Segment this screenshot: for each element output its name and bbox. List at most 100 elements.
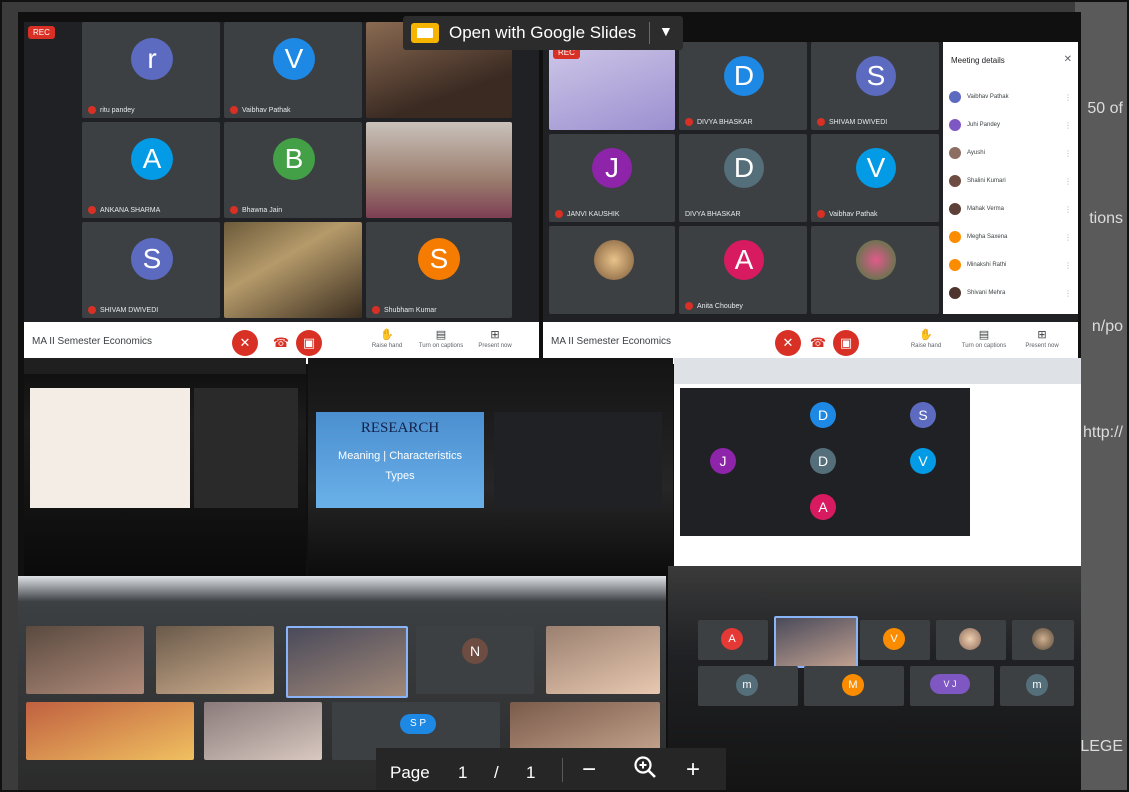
mic-off-button[interactable]: ✕ — [232, 330, 258, 356]
current-page[interactable]: 1 — [458, 763, 467, 783]
participant-tile: m — [698, 666, 798, 706]
raise-hand-button[interactable]: ✋ Raise hand — [903, 328, 949, 349]
raise-hand-button[interactable]: ✋ Raise hand — [364, 328, 410, 349]
slide-subtitle: Meaning | Characteristics — [338, 450, 462, 462]
meeting-details-panel: Meeting details ✕ Vaibhav Pathak ⋮ Juhi P… — [943, 42, 1078, 314]
participant-tile: D DIVYA BHASKAR — [679, 134, 807, 222]
participant-row: Megha Saxena ⋮ — [949, 228, 1072, 248]
more-icon: ⋮ — [1064, 121, 1072, 130]
page-toolbar: Page 1 / 1 − + — [376, 748, 726, 792]
participant-tile: V Vaibhav Pathak — [811, 134, 939, 222]
participant-avatar: A — [810, 494, 836, 520]
participant-name: JANVI KAUSHIK — [567, 210, 620, 218]
divider — [562, 758, 563, 782]
laptop-photo-2: RESEARCH Meaning | Characteristics Types — [308, 358, 673, 576]
mic-off-icon — [817, 210, 825, 218]
collage-preview-image: REC r ritu pandey V Vaibhav Pathak A ANK… — [18, 12, 1081, 790]
camera-off-button[interactable]: ▣ — [296, 330, 322, 356]
participant-video — [774, 616, 858, 668]
add-icon[interactable]: + — [686, 756, 700, 784]
participant-avatar: V — [910, 448, 936, 474]
participant-video — [156, 626, 274, 694]
participant-name: SHIVAM DWIVEDI — [100, 306, 159, 314]
end-call-icon[interactable]: ☎ — [268, 330, 294, 356]
mic-off-icon — [230, 206, 238, 214]
participant-avatar: A — [724, 240, 764, 280]
participant-tile — [549, 226, 675, 314]
participant-avatar: B — [273, 138, 315, 180]
participant-avatar: S P — [400, 714, 436, 734]
participant-video — [546, 626, 660, 694]
background-page-strip: 50 of tions n/po http:// LEGE — [1075, 0, 1129, 792]
more-icon: ⋮ — [1064, 261, 1072, 270]
participant-name: Anita Choubey — [697, 302, 743, 310]
participant-grid-thumb — [494, 412, 662, 508]
meeting-title: MA II Semester Economics — [551, 336, 672, 347]
chevron-down-icon[interactable]: ▼ — [659, 23, 673, 39]
close-icon[interactable]: ✕ — [1064, 54, 1072, 65]
participant-row: Ayushi ⋮ — [949, 144, 1072, 164]
participant-grid-thumb: D S J D V A — [680, 388, 970, 536]
background-text: tions — [1089, 210, 1123, 227]
participant-avatar: r — [131, 38, 173, 80]
present-button[interactable]: ⊞ Present now — [472, 328, 518, 349]
participant-avatar: S — [856, 56, 896, 96]
participant-avatar: J — [592, 148, 632, 188]
mic-off-button[interactable]: ✕ — [775, 330, 801, 356]
laptop-photo-1 — [24, 358, 306, 576]
participant-tile: J JANVI KAUSHIK — [549, 134, 675, 222]
participant-tile — [1012, 620, 1074, 660]
participant-name: ritu pandey — [100, 106, 135, 114]
participant-avatar: D — [724, 148, 764, 188]
camera-off-button[interactable]: ▣ — [833, 330, 859, 356]
hand-icon: ✋ — [919, 329, 933, 341]
participant-tile: V — [860, 620, 930, 660]
more-icon: ⋮ — [1064, 93, 1072, 102]
mic-off-icon — [230, 106, 238, 114]
slide-title: RESEARCH — [360, 420, 440, 436]
end-call-icon[interactable]: ☎ — [805, 330, 831, 356]
mic-off-icon — [88, 306, 96, 314]
captions-button[interactable]: ▤ Turn on captions — [961, 328, 1007, 349]
participant-video — [204, 702, 322, 760]
participant-tile: m — [1000, 666, 1074, 706]
page-label: Page — [390, 763, 430, 782]
page-separator: / — [494, 763, 499, 782]
more-icon: ⋮ — [1064, 149, 1072, 158]
more-icon: ⋮ — [1064, 289, 1072, 298]
participant-avatar: D — [724, 56, 764, 96]
background-text: n/po — [1091, 318, 1123, 335]
participant-row: Vaibhav Pathak ⋮ — [949, 88, 1072, 108]
participant-grid-thumb — [194, 388, 298, 508]
participant-row: Shalini Kumari ⋮ — [949, 172, 1072, 192]
captions-button[interactable]: ▤ Turn on captions — [418, 328, 464, 349]
mic-off-icon — [372, 306, 380, 314]
captions-icon: ▤ — [978, 329, 990, 341]
participant-tile — [936, 620, 1006, 660]
zoom-in-icon[interactable] — [632, 754, 658, 787]
participant-avatar: N — [462, 638, 488, 664]
open-with-slides-button[interactable]: Open with Google Slides — [449, 23, 636, 43]
present-button[interactable]: ⊞ Present now — [1019, 328, 1065, 349]
background-text: 50 of — [1087, 100, 1123, 117]
more-icon: ⋮ — [1064, 205, 1072, 214]
panel-title: Meeting details — [951, 56, 1005, 65]
participant-row: Shivani Mehra ⋮ — [949, 284, 1072, 304]
participant-tile: V Vaibhav Pathak — [224, 22, 362, 118]
background-text: http:// — [1082, 424, 1123, 441]
participant-tile: V J — [910, 666, 994, 706]
participant-avatar: D — [810, 448, 836, 474]
participant-name: DIVYA BHASKAR — [697, 118, 753, 126]
slide-on-laptop — [30, 388, 190, 508]
mic-off-icon — [88, 106, 96, 114]
open-with-slides-bar[interactable]: Open with Google Slides ▼ — [403, 16, 683, 50]
research-slide: RESEARCH Meaning | Characteristics Types — [316, 412, 484, 508]
zoom-out-icon[interactable]: − — [582, 756, 596, 784]
meeting-title: MA II Semester Economics — [32, 336, 153, 347]
participant-avatar: V — [273, 38, 315, 80]
present-icon: ⊞ — [490, 329, 500, 341]
participant-video — [366, 122, 512, 218]
participant-photo — [594, 240, 634, 280]
participant-tile — [811, 226, 939, 314]
participant-name: Vaibhav Pathak — [242, 106, 291, 114]
